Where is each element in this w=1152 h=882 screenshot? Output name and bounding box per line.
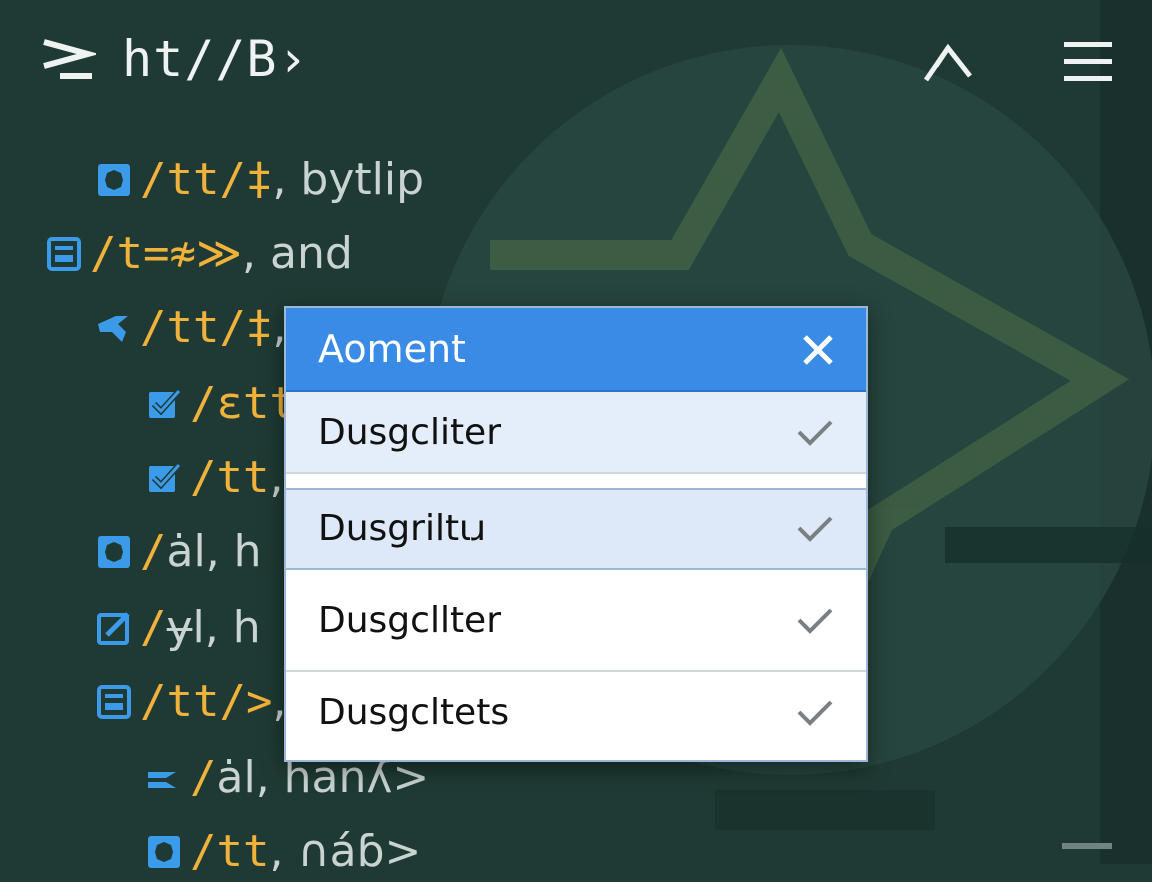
hamburger-menu-icon[interactable] [1062, 40, 1114, 84]
check-icon [797, 608, 833, 634]
edit-check-icon [149, 462, 182, 492]
puzzle-icon [98, 164, 130, 196]
tree-item[interactable]: /tt/‡ , [96, 298, 286, 358]
tree-item[interactable]: /tt/‡ , bytlip [96, 150, 424, 210]
dialog-title: Aoment [318, 327, 466, 371]
tree-item[interactable]: /tt , [146, 448, 283, 508]
tree-item-path: /tt [190, 452, 270, 503]
tree-item[interactable]: /tt/> , [96, 672, 286, 732]
chevron-up-icon[interactable] [922, 40, 974, 84]
tree-item-desc: , ∩áɓ> [269, 826, 422, 877]
option-gap [286, 474, 866, 488]
tree-item-path: /tt/‡ [140, 302, 273, 353]
tree-item-path: / [140, 602, 167, 653]
edit-box-icon [97, 612, 130, 645]
tree-item-path: /tt/‡ [140, 154, 273, 205]
tree-item-path: /t=≉≫ [90, 228, 243, 279]
check-icon [797, 516, 833, 542]
dialog-option[interactable]: Dusgcltets [286, 672, 866, 760]
tree-item-path: /tt/> [140, 676, 273, 727]
window-icon [97, 685, 131, 719]
dialog-option-label: Dusgcliter [318, 412, 502, 453]
dialog-option[interactable]: Dusgcliter [286, 392, 866, 474]
dialog-header: Aoment [286, 308, 866, 392]
dialog-option-label: Dusgcltets [318, 692, 510, 733]
tree-item-path: /tt [190, 826, 270, 877]
tree-item[interactable]: /ɛtt [146, 374, 296, 434]
tree-item[interactable]: /t=≉≫ , and [46, 224, 353, 284]
tree-item-desc: ȧl, h [166, 526, 262, 577]
tree-item-desc: ɏl, h [166, 602, 261, 653]
tag-icon [98, 316, 128, 342]
tree-item-path: / [140, 526, 167, 577]
check-icon [797, 420, 833, 446]
terminal-prompt-icon [43, 39, 96, 79]
tree-item[interactable]: / ȧl, h [96, 522, 262, 582]
tree-item-path: / [190, 752, 217, 803]
tree-item[interactable]: / ɏl, h [96, 598, 261, 658]
puzzle-icon [98, 536, 130, 568]
close-icon[interactable] [800, 332, 836, 368]
check-icon [797, 700, 833, 726]
window-icon [47, 237, 81, 271]
tree-item-path: /ɛtt [190, 378, 296, 429]
option-dialog: Aoment Dusgcliter Dusgriltɩɹ Dusgcllter … [284, 306, 868, 762]
top-bar: ht//B› [0, 0, 1152, 120]
app-title: ht//B› [122, 30, 309, 88]
dialog-option-label: Dusgriltɩɹ [318, 508, 487, 549]
dialog-option-selected[interactable]: Dusgriltɩɹ [286, 488, 866, 570]
tree-item-desc: , [269, 452, 284, 503]
tree-item-desc: , and [242, 228, 353, 279]
dialog-option-label: Dusgcllter [318, 600, 502, 641]
link-icon [148, 772, 176, 788]
dialog-option[interactable]: Dusgcllter [286, 570, 866, 672]
tree-item[interactable]: /tt , ∩áɓ> [146, 822, 421, 882]
tree-item-desc: , bytlip [272, 154, 425, 205]
edit-check-icon [149, 388, 182, 418]
puzzle-icon [148, 836, 180, 868]
